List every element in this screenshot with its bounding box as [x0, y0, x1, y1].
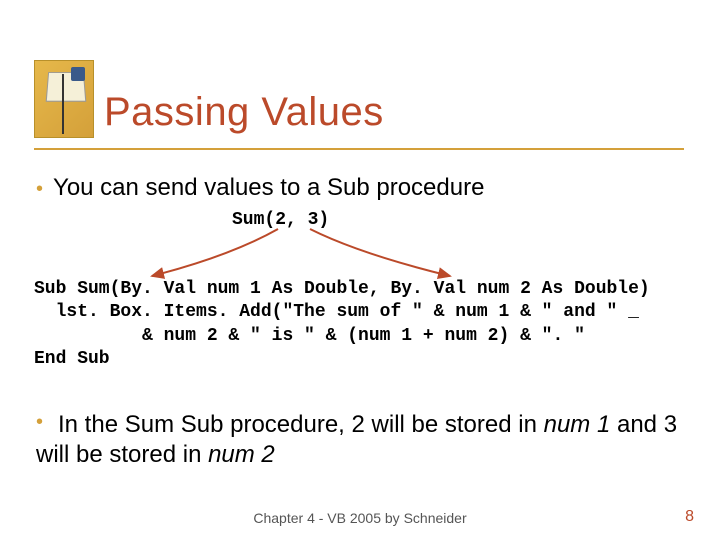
bullet-1: You can send values to a Sub procedure	[36, 174, 484, 202]
page-title: Passing Values	[104, 90, 384, 135]
bullet-dot-icon: •	[36, 410, 58, 435]
arrows-icon	[130, 226, 470, 282]
bullet2-em2: num 2	[208, 441, 275, 468]
code-block: Sub Sum(By. Val num 1 As Double, By. Val…	[34, 278, 686, 372]
bullet2-em1: num 1	[544, 411, 611, 438]
slide-icon-pole	[62, 74, 64, 134]
code-line-1: Sub Sum(By. Val num 1 As Double, By. Val…	[34, 279, 650, 299]
code-line-4: End Sub	[34, 349, 110, 369]
title-underline	[34, 148, 684, 150]
bullet2-pre: In the Sum Sub procedure, 2 will be stor…	[58, 411, 544, 438]
slide-icon	[34, 60, 94, 138]
bullet-2: •In the Sum Sub procedure, 2 will be sto…	[36, 410, 680, 470]
code-line-2: lst. Box. Items. Add("The sum of " & num…	[34, 302, 639, 322]
footer-text: Chapter 4 - VB 2005 by Schneider	[0, 510, 720, 526]
code-line-3: & num 2 & " is " & (num 1 + num 2) & ". …	[34, 326, 585, 346]
page-number: 8	[685, 508, 694, 526]
